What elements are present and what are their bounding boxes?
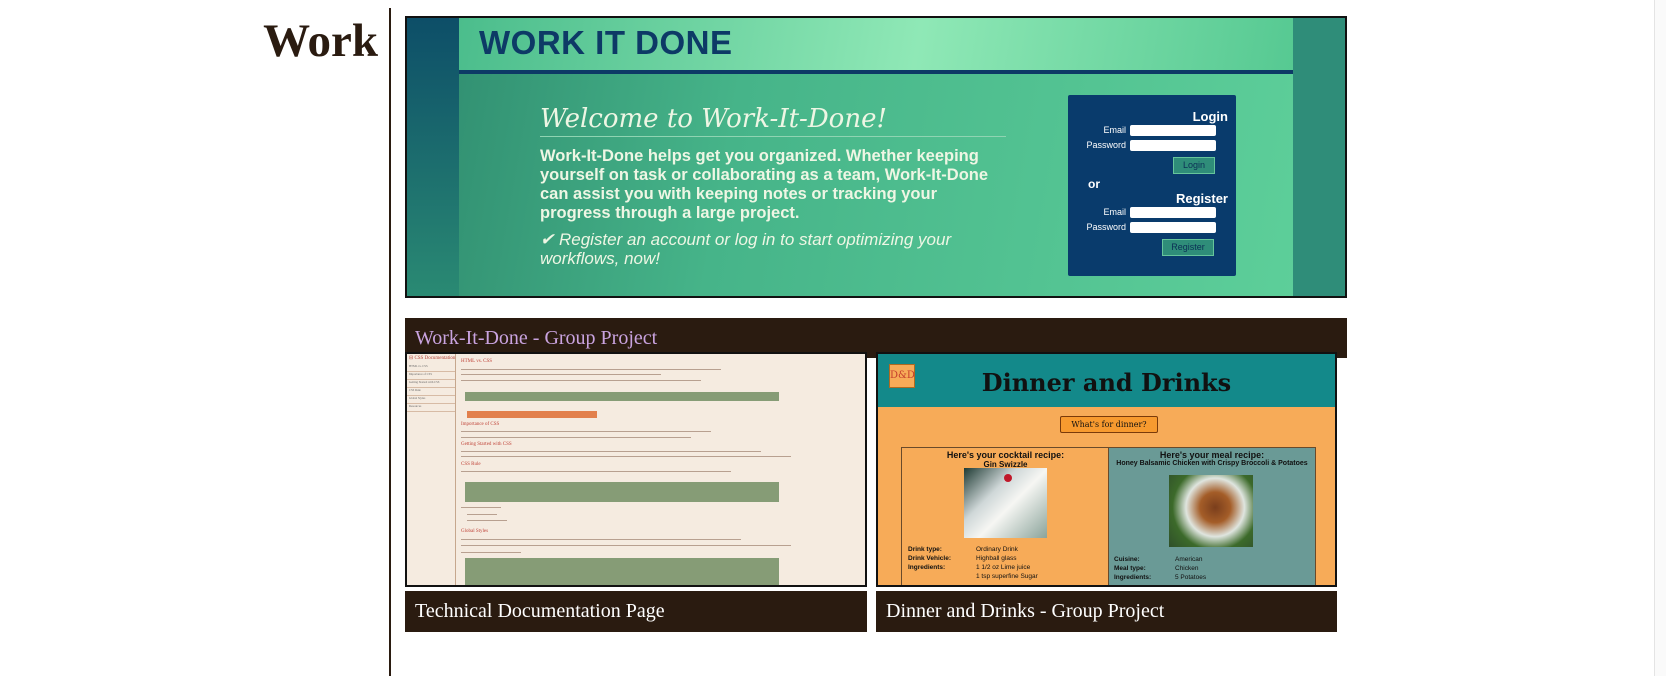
ingredients-label: Ingredients: [908, 564, 946, 571]
meal-photo [1169, 475, 1253, 547]
drink-type-label: Drink type: [908, 546, 942, 553]
login-email-input [1130, 125, 1216, 136]
doc-nav-item: Importance of CSS [407, 372, 455, 380]
meal-heading: Here's your meal recipe: [1159, 450, 1265, 460]
dd-whats-for-dinner-button: What's for dinner? [1060, 416, 1158, 433]
project-card-work-it-done[interactable]: WORK IT DONE Welcome to Work-It-Done! Wo… [405, 16, 1347, 358]
meal-name: Honey Balsamic Chicken with Crispy Brocc… [1116, 460, 1308, 467]
doc-heading: Getting Started with CSS [461, 442, 512, 447]
doc-nav-title: ⊟ CSS Documentation [409, 356, 456, 361]
project-card-dinner-and-drinks[interactable]: D&D Dinner and Drinks What's for dinner?… [876, 352, 1337, 632]
meal-type-value: Chicken [1175, 565, 1199, 572]
doc-heading: Global Styles [461, 529, 489, 534]
cocktail-recipe-panel: Here's your cocktail recipe: Gin Swizzle… [901, 447, 1110, 585]
register-email-input [1130, 207, 1216, 218]
doc-nav-item: Global Styles [407, 396, 455, 404]
cuisine-label: Cuisine: [1114, 556, 1140, 563]
login-password-label: Password [1086, 140, 1126, 150]
drink-type-value: Ordinary Drink [976, 546, 1018, 553]
or-label: or [1088, 177, 1100, 191]
login-button: Login [1173, 157, 1215, 174]
ingredient-item: 1 tsp superfine Sugar [976, 573, 1038, 580]
ingredient-item: 1 1/2 oz Lime juice [976, 564, 1031, 571]
register-button: Register [1162, 239, 1214, 256]
vertical-divider [389, 8, 391, 676]
meal-recipe-panel: Here's your meal recipe: Honey Balsamic … [1108, 447, 1316, 585]
doc-nav-item: Resources [407, 404, 455, 412]
cocktail-heading: Here's your cocktail recipe: [946, 450, 1065, 460]
section-title: Work [263, 15, 378, 67]
doc-heading: Importance of CSS [461, 422, 500, 427]
welcome-description: Work-It-Done helps get you organized. Wh… [540, 147, 989, 222]
drink-vehicle-label: Drink Vehicle: [908, 555, 951, 562]
register-password-input [1130, 222, 1216, 233]
drink-vehicle-value: Highball glass [976, 555, 1017, 562]
doc-heading: CSS Rule [461, 462, 481, 467]
register-password-label: Password [1086, 222, 1126, 232]
cocktail-photo [964, 468, 1047, 538]
project-thumbnail-dinner-and-drinks[interactable]: D&D Dinner and Drinks What's for dinner?… [876, 352, 1337, 587]
project-caption-dinner-and-drinks[interactable]: Dinner and Drinks - Group Project [876, 591, 1337, 632]
login-heading: Login [1192, 109, 1228, 124]
doc-nav-item: CSS Rule [407, 388, 455, 396]
dd-title: Dinner and Drinks [981, 368, 1232, 397]
doc-heading: HTML vs. CSS [461, 359, 493, 364]
register-email-label: Email [1103, 207, 1126, 217]
register-heading: Register [1175, 191, 1228, 206]
brand-title: WORK IT DONE [479, 24, 733, 61]
welcome-heading: Welcome to Work-It-Done! [540, 104, 887, 134]
login-panel: Login Email Password Login or Register E… [1068, 95, 1236, 276]
login-password-input [1130, 140, 1216, 151]
project-thumbnail-work-it-done[interactable]: WORK IT DONE Welcome to Work-It-Done! Wo… [405, 16, 1347, 298]
doc-nav-item: Getting Started with CSS [407, 380, 455, 388]
cuisine-value: American [1175, 556, 1203, 563]
meal-ingredient-item: 5 Potatoes [1175, 574, 1207, 581]
vertical-scrollbar[interactable] [1654, 0, 1666, 676]
project-caption-technical-documentation[interactable]: Technical Documentation Page [405, 591, 867, 632]
meal-ingredients-label: Ingredients: [1114, 574, 1152, 581]
project-thumbnail-technical-documentation[interactable]: ⊟ CSS Documentation HTML vs. CSS Importa… [405, 352, 867, 587]
meal-type-label: Meal type: [1114, 565, 1146, 572]
project-card-technical-documentation[interactable]: ⊟ CSS Documentation HTML vs. CSS Importa… [405, 352, 867, 632]
doc-nav-item: HTML vs. CSS [407, 364, 455, 372]
login-email-label: Email [1103, 125, 1126, 135]
welcome-cta: ✔ Register an account or log in to start… [540, 230, 952, 268]
